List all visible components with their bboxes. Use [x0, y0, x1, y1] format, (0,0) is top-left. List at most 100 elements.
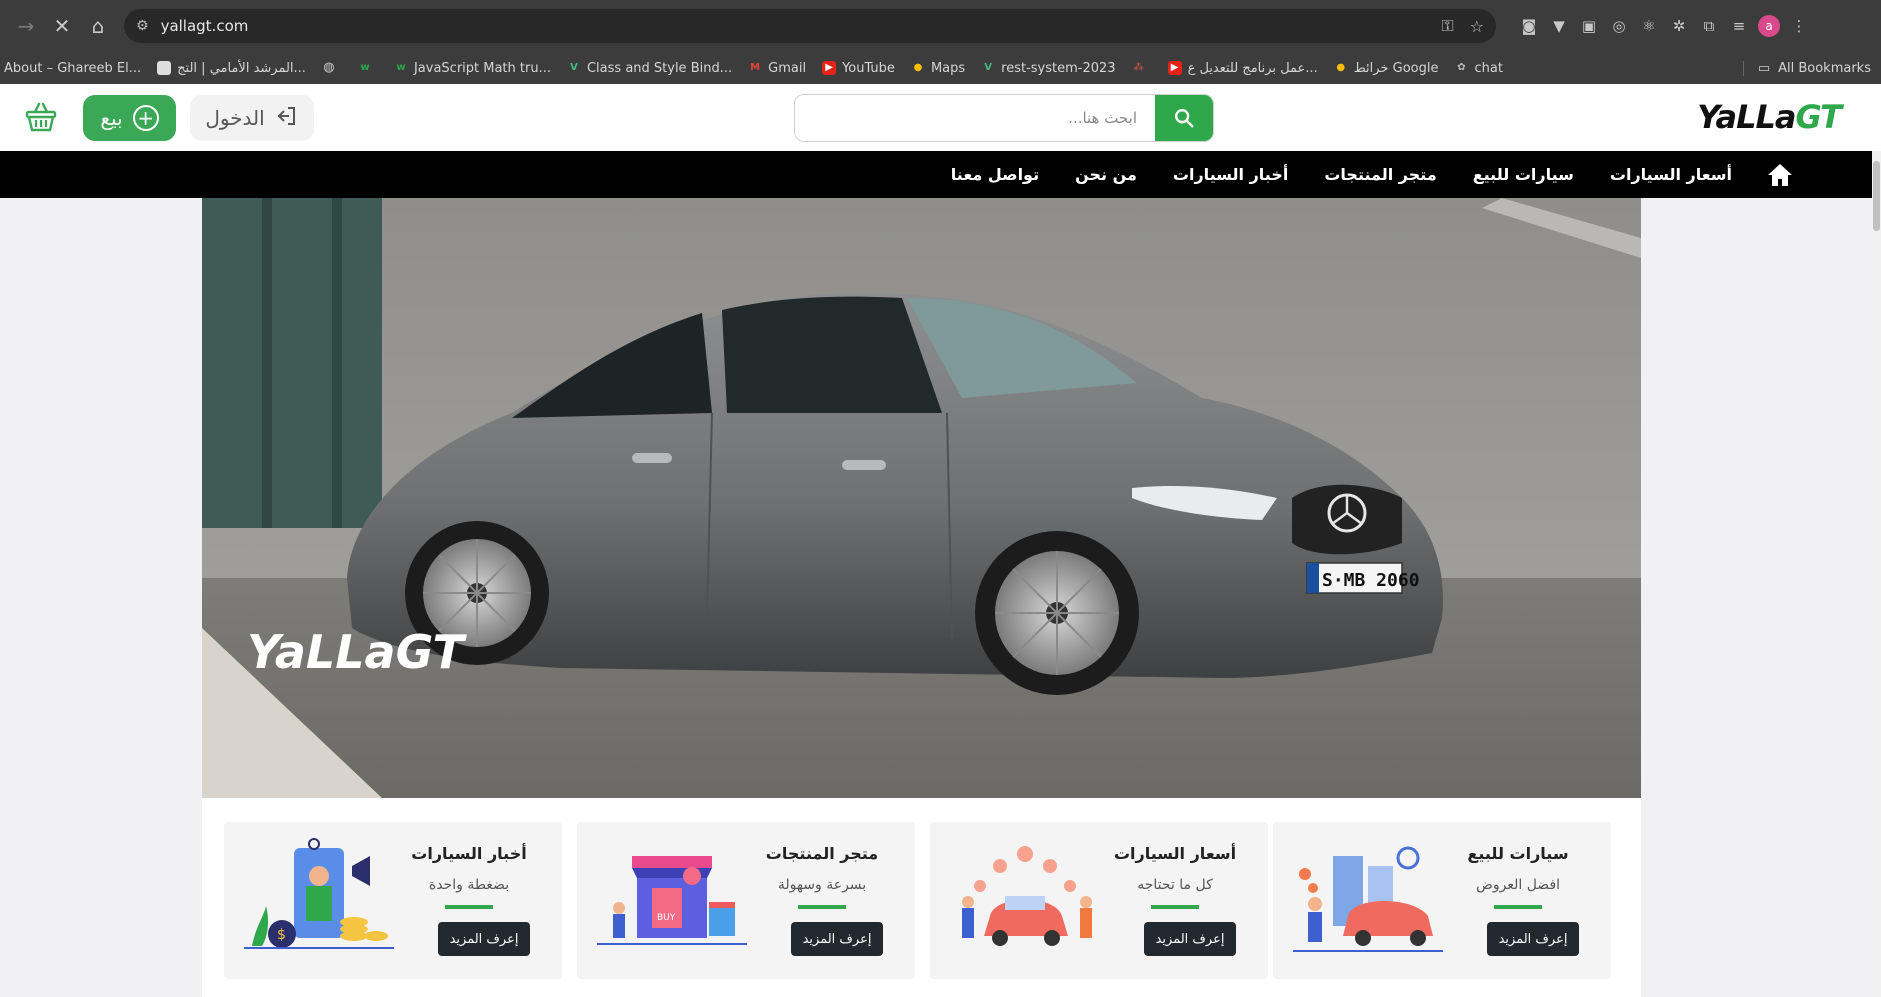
bookmark-item[interactable]: ▶ YouTube	[822, 61, 895, 76]
sell-button[interactable]: + بيع	[83, 95, 176, 141]
card-cars-for-sale[interactable]: سيارات للبيع افضل العروض إعرف المزيد	[1273, 822, 1611, 979]
vue-devtools-icon[interactable]: ▼	[1544, 12, 1574, 40]
all-bookmarks[interactable]: ▭ All Bookmarks	[1742, 60, 1871, 76]
home-icon[interactable]	[1766, 162, 1794, 188]
url-text[interactable]: yallagt.com	[161, 17, 1426, 35]
card-title: متجر المنتجات	[765, 844, 879, 863]
browser-toolbar: → ✕ ⌂ ⚙ yallagt.com ⚿ ☆ ◙ ▼ ▣ ◎ ⚛ ✲ ⧉ ≡ …	[0, 0, 1881, 52]
maps-pin-icon: ●	[913, 62, 923, 73]
card-subtitle: بسرعة وسهولة	[777, 877, 867, 893]
page-favicon-icon	[157, 61, 172, 75]
bookmark-item[interactable]: About – Ghareeb El...	[4, 61, 141, 76]
login-icon	[275, 104, 299, 133]
bookmark-item[interactable]: ▶ عمل برنامج للتعديل ع...	[1167, 61, 1318, 76]
bookmark-item[interactable]: المرشد الأمامي | التج...	[157, 61, 306, 76]
folder-icon: ▭	[1757, 60, 1771, 76]
learn-more-button[interactable]: إعرف المزيد	[791, 922, 883, 956]
target-extension-icon[interactable]: ◎	[1604, 12, 1634, 40]
site-logo[interactable]: YaLLaGT	[1691, 98, 1842, 136]
site-header: YaLLaGT الدخول + بيع	[0, 84, 1881, 151]
search-bar	[794, 94, 1214, 142]
vue-icon: V	[984, 62, 993, 73]
nav-item-cars-for-sale[interactable]: سيارات للبيع	[1473, 165, 1574, 184]
car-news-illustration: $	[244, 838, 394, 949]
bookmark-item[interactable]: ● Maps	[911, 61, 966, 76]
home-icon[interactable]: ⌂	[80, 8, 116, 44]
nav-item-products-store[interactable]: متجر المنتجات	[1324, 165, 1436, 184]
more-menu-icon[interactable]: ⋮	[1784, 12, 1814, 40]
license-plate-text: S·MB 2060	[1322, 570, 1420, 591]
car-prices-illustration	[962, 846, 1092, 946]
car-illustration: S·MB 2060 YaLLaGT	[202, 198, 1641, 798]
learn-more-button[interactable]: إعرف المزيد	[1487, 922, 1579, 956]
page-scrollbar[interactable]	[1872, 151, 1881, 997]
bookmark-item[interactable]: ⁂	[1132, 61, 1152, 75]
gear-extension-icon[interactable]: ✲	[1664, 12, 1694, 40]
shopping-basket-icon[interactable]	[24, 100, 58, 134]
card-accent-bar	[445, 905, 493, 909]
login-label: الدخول	[205, 106, 265, 130]
login-button[interactable]: الدخول	[190, 95, 314, 141]
bookmark-item[interactable]: w JavaScript Math tru...	[394, 61, 551, 76]
scrollbar-thumb[interactable]	[1873, 161, 1880, 231]
bookmark-item[interactable]: ◍	[322, 61, 342, 75]
bookmark-item[interactable]: w	[358, 61, 378, 75]
online-store-illustration: BUY	[597, 856, 747, 945]
feature-cards-section: سيارات للبيع افضل العروض إعرف المزيد أسع…	[202, 798, 1641, 997]
profile-avatar[interactable]: a	[1758, 15, 1780, 37]
stop-loading-icon[interactable]: ✕	[44, 8, 80, 44]
card-products-store[interactable]: متجر المنتجات بسرعة وسهولة إعرف المزيد B…	[577, 822, 915, 979]
nav-item-contact-us[interactable]: تواصل معنا	[951, 165, 1039, 184]
bookmark-item[interactable]: Vrest-system-2023	[981, 61, 1115, 76]
learn-more-button[interactable]: إعرف المزيد	[1144, 922, 1236, 956]
react-devtools-icon[interactable]: ⚛	[1634, 12, 1664, 40]
hero-banner-image: S·MB 2060 YaLLaGT	[202, 198, 1641, 798]
bookmark-item[interactable]: M Gmail	[748, 61, 806, 76]
hero-watermark-logo: YaLLaGT	[247, 625, 468, 679]
browser-chrome: → ✕ ⌂ ⚙ yallagt.com ⚿ ☆ ◙ ▼ ▣ ◎ ⚛ ✲ ⧉ ≡ …	[0, 0, 1881, 84]
search-input[interactable]	[795, 95, 1155, 141]
address-bar[interactable]: ⚙ yallagt.com ⚿ ☆	[124, 9, 1496, 43]
svg-text:$: $	[277, 927, 286, 943]
w3schools-icon: w	[396, 62, 406, 73]
sell-label: بيع	[100, 106, 123, 130]
card-title: سيارات للبيع	[1467, 844, 1569, 863]
card-car-prices[interactable]: أسعار السيارات كل ما تحتاجه إعرف المزيد	[930, 822, 1268, 979]
site-info-icon[interactable]: ⚙	[136, 18, 149, 34]
card-title: أخبار السيارات	[411, 844, 527, 863]
extensions-bar: ◙ ▼ ▣ ◎ ⚛ ✲ ⧉ ≡ a ⋮	[1514, 12, 1814, 40]
card-subtitle: بضغطة واحدة	[428, 877, 510, 893]
gmail-icon: M	[750, 62, 761, 73]
nav-item-about-us[interactable]: من نحن	[1075, 165, 1137, 184]
bookmark-item[interactable]: ● خرائط Google	[1334, 61, 1438, 76]
bookmarks-bar: About – Ghareeb El... المرشد الأمامي | ا…	[0, 52, 1881, 84]
password-key-icon[interactable]: ⚿	[1441, 16, 1453, 36]
dots-icon: ⁂	[1133, 62, 1144, 73]
w3schools-icon: w	[360, 62, 370, 73]
nav-item-car-prices[interactable]: أسعار السيارات	[1610, 165, 1732, 184]
media-controls-icon[interactable]: ≡	[1724, 12, 1754, 40]
main-navigation: أسعار السيارات سيارات للبيع متجر المنتجا…	[0, 151, 1872, 198]
chatgpt-icon: ✿	[1457, 62, 1466, 73]
vue-icon: V	[570, 62, 578, 73]
learn-more-button[interactable]: إعرف المزيد	[438, 922, 530, 956]
card-car-news[interactable]: أخبار السيارات بضغطة واحدة إعرف المزيد $	[224, 822, 562, 979]
card-subtitle: افضل العروض	[1475, 877, 1561, 893]
car-dealer-illustration	[1293, 846, 1443, 952]
search-button[interactable]	[1155, 95, 1213, 141]
b-extension-icon[interactable]: ▣	[1574, 12, 1604, 40]
forward-icon[interactable]: →	[8, 8, 44, 44]
bookmark-item[interactable]: ✿ chat	[1454, 61, 1503, 76]
youtube-icon: ▶	[1167, 61, 1182, 75]
search-icon	[1175, 109, 1194, 128]
puzzle-extensions-icon[interactable]: ⧉	[1694, 12, 1724, 40]
card-title: أسعار السيارات	[1113, 844, 1237, 863]
card-accent-bar	[1494, 905, 1542, 909]
bookmark-star-icon[interactable]: ☆	[1470, 17, 1484, 36]
camera-extension-icon[interactable]: ◙	[1514, 12, 1544, 40]
svg-text:BUY: BUY	[657, 913, 676, 923]
globe-icon: ◍	[323, 60, 335, 75]
plus-circle-icon: +	[132, 105, 159, 131]
bookmark-item[interactable]: V Class and Style Bind...	[567, 61, 732, 76]
nav-item-car-news[interactable]: أخبار السيارات	[1173, 165, 1288, 184]
